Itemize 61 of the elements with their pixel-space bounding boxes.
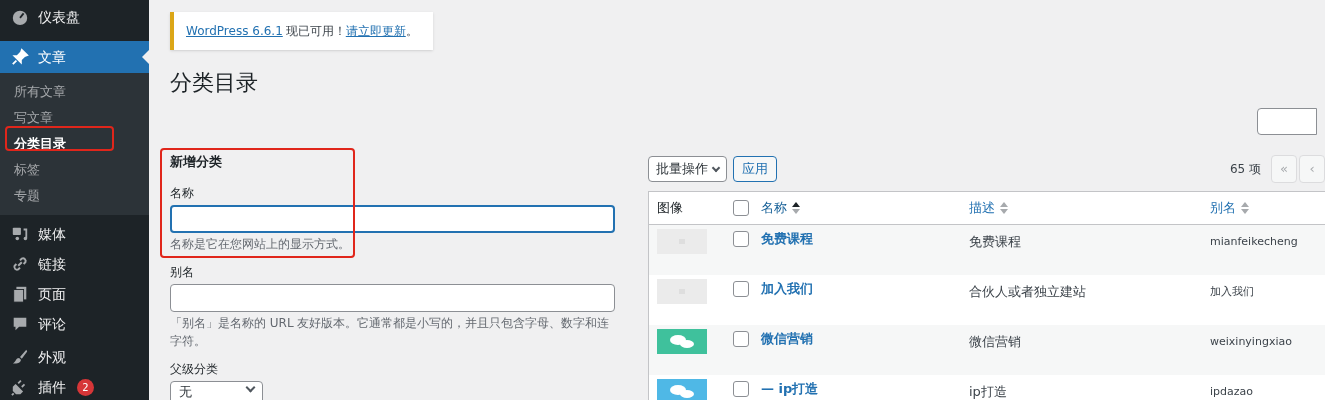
category-name-link[interactable]: 免费课程: [761, 229, 813, 249]
help-text: 「别名」是名称的 URL 友好版本。它通常都是小写的，并且只包含字母、数字和连字符。: [170, 314, 611, 350]
count-badge: 2: [77, 378, 94, 396]
category-name-link[interactable]: 微信营销: [761, 329, 813, 349]
notice-text: 现已可用！: [285, 23, 346, 40]
checkbox[interactable]: [733, 280, 749, 297]
menu-item[interactable]: 链接: [0, 249, 149, 279]
field-label: 名称: [170, 184, 194, 202]
update-link[interactable]: 请立即更新: [345, 22, 406, 40]
column-sort-link[interactable]: 名称: [761, 198, 800, 218]
pin-icon: [11, 48, 29, 66]
checkbox[interactable]: [733, 330, 749, 347]
field-label: 别名: [170, 263, 194, 281]
slug-text: weixinyingxiao: [1210, 335, 1292, 348]
column-sort-link[interactable]: 别名: [1210, 198, 1249, 218]
current-arrow-icon: [142, 50, 149, 64]
slug-text: ipdazao: [1210, 385, 1253, 398]
brush-icon: [11, 348, 29, 366]
field-label: 父级分类: [170, 360, 218, 378]
version-link[interactable]: WordPress 6.6.1: [186, 22, 283, 40]
link-icon: [11, 255, 29, 273]
category-name-link[interactable]: — ip打造: [761, 379, 819, 399]
slug-text: mianfeikecheng: [1210, 235, 1298, 248]
menu-item[interactable]: 外观: [0, 342, 149, 372]
section-heading: 新增分类: [170, 153, 222, 171]
menu-item[interactable]: 仪表盘: [0, 0, 149, 34]
pages-icon: [11, 285, 29, 303]
checkbox[interactable]: [733, 200, 749, 216]
description-text: ip打造: [969, 384, 1007, 399]
submenu-item[interactable]: 专题: [14, 186, 40, 206]
apply-button[interactable]: 应用: [733, 156, 777, 182]
menu-item[interactable]: 媒体: [0, 219, 149, 249]
category-thumbnail: [657, 279, 707, 304]
description-text: 合伙人或者独立建站: [969, 284, 1086, 299]
description-text: 微信营销: [969, 334, 1021, 349]
parent-select[interactable]: 无: [170, 380, 263, 400]
submenu-item[interactable]: 所有文章: [14, 82, 66, 102]
text-field[interactable]: [170, 283, 615, 312]
slug-text: 加入我们: [1210, 285, 1254, 298]
column-sort-link[interactable]: 描述: [969, 198, 1008, 218]
menu-item[interactable]: 插件 2: [0, 372, 149, 400]
search-field[interactable]: [1257, 108, 1317, 135]
menu-item[interactable]: 页面: [0, 279, 149, 309]
category-name-link[interactable]: 加入我们: [761, 279, 813, 299]
category-thumbnail: [657, 229, 707, 254]
item-count: 65 项: [1229, 161, 1261, 178]
submenu-item[interactable]: 标签: [14, 160, 40, 180]
page-title: 分类目录: [170, 70, 258, 96]
checkbox[interactable]: [733, 230, 749, 247]
gauge-icon: [11, 8, 29, 26]
menu-item[interactable]: 评论: [0, 309, 149, 339]
description-text: 免费课程: [969, 234, 1021, 249]
submenu-item[interactable]: 写文章: [14, 108, 53, 128]
menu-item[interactable]: 文章: [0, 41, 149, 73]
media-icon: [11, 225, 29, 243]
column-header: 图像: [657, 199, 683, 218]
help-text: 名称是它在您网站上的显示方式。: [170, 235, 351, 253]
notice-end: 。: [405, 23, 418, 40]
bulk-action-select[interactable]: 批量操作: [648, 156, 727, 182]
text-field[interactable]: [170, 204, 615, 233]
checkbox[interactable]: [733, 380, 749, 397]
